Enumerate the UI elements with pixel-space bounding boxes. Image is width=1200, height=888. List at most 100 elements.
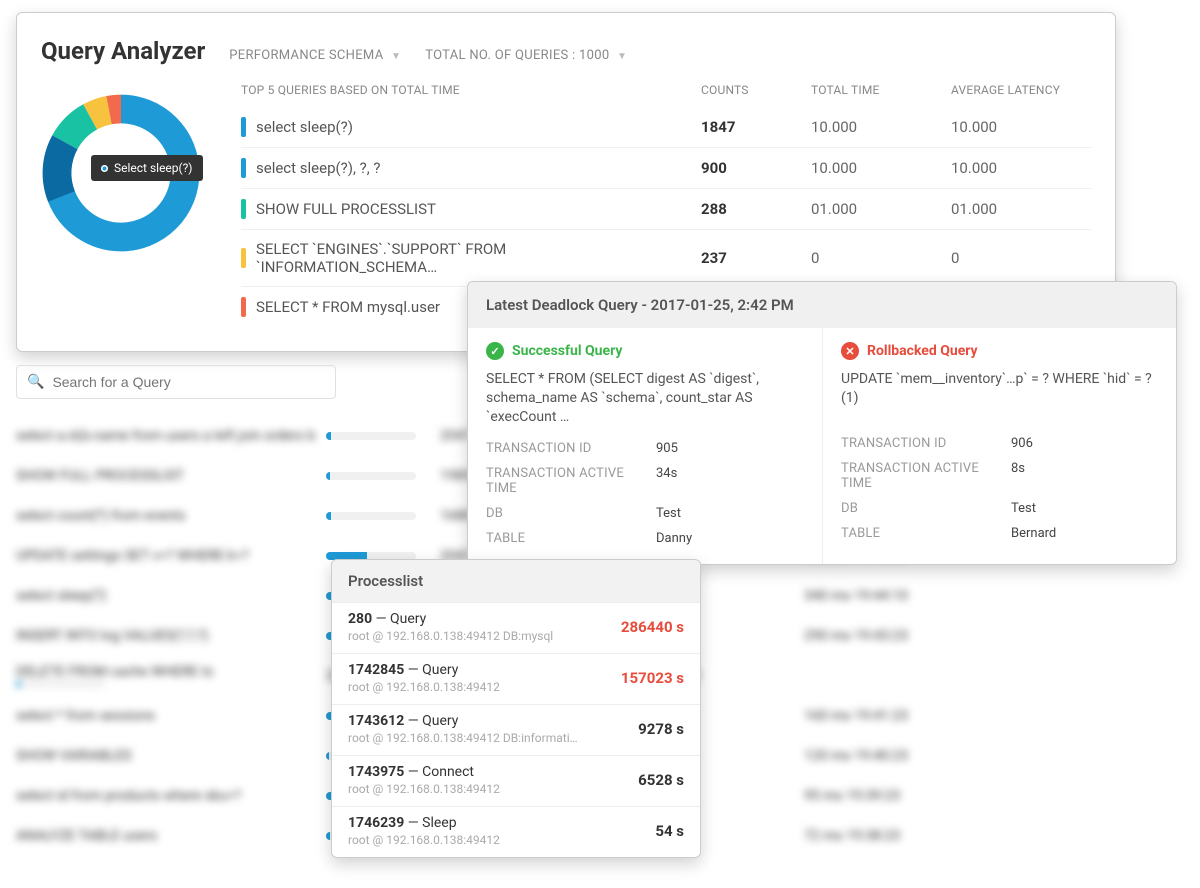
blurred-query-text: select * from sessions [16,708,316,724]
process-id: 1742845 [348,662,404,678]
deadlock-successful-query: ✓ Successful Query SELECT * FROM (SELECT… [468,328,822,564]
total-time-value: 01.000 [811,200,931,218]
success-icon: ✓ [486,342,504,360]
processlist-panel: Processlist 280 — Queryroot @ 192.168.0.… [331,559,701,858]
progress-bar [16,680,106,688]
label-table: TABLE [841,526,1011,541]
rollbacked-query-label: Rollbacked Query [867,343,978,359]
blurred-query-text: INSERT INTO log VALUES(?,?,?) [16,628,316,644]
blurred-meta-text: 290 ms 19:43:23 [804,628,1154,644]
blurred-query-text: DELETE FROM cache WHERE ts [16,664,316,688]
col-avg-latency: AVERAGE LATENCY [951,83,1091,97]
value-db: Test [1011,501,1158,516]
deadlock-header: Latest Deadlock Query - 2017-01-25, 2:42… [468,282,1176,328]
process-id: 1746239 [348,815,404,831]
blurred-query-text: select count(*) from events [16,508,316,524]
count-value: 288 [701,200,791,218]
query-text: SELECT `ENGINES`.`SUPPORT` FROM `INFORMA… [256,240,681,276]
process-host: root @ 192.168.0.138:49412 [348,680,500,694]
progress-bar [326,432,416,440]
search-input-field[interactable] [52,374,325,390]
query-text: select sleep(?) [256,118,353,136]
processlist-row[interactable]: 1743975 — Connectroot @ 192.168.0.138:49… [332,755,700,806]
process-id: 280 [348,611,372,627]
search-icon: 🔍 [27,374,44,390]
schema-dropdown[interactable]: PERFORMANCE SCHEMA ▼ [229,48,401,63]
processlist-row[interactable]: 280 — Queryroot @ 192.168.0.138:49412 DB… [332,602,700,653]
label-db: DB [486,506,656,521]
process-host: root @ 192.168.0.138:49412 [348,833,500,847]
process-time: 286440 s [621,618,684,636]
chevron-down-icon: ▼ [617,51,627,62]
processlist-row[interactable]: 1743612 — Queryroot @ 192.168.0.138:4941… [332,704,700,755]
avg-latency-value: 01.000 [951,200,1091,218]
query-color-bar [241,117,246,137]
blurred-meta-text: 120 ms 19:40:23 [804,748,1154,764]
total-queries-dropdown[interactable]: TOTAL NO. OF QUERIES : 1000 ▼ [425,48,627,63]
processlist-row[interactable]: 1746239 — Sleeproot @ 192.168.0.138:4941… [332,806,700,857]
count-value: 237 [701,249,791,267]
process-time: 6528 s [638,771,684,789]
successful-query-label: Successful Query [512,343,622,359]
value-table: Danny [656,531,804,546]
query-search-input[interactable]: 🔍 [16,365,336,399]
query-text: select sleep(?), ?, ? [256,159,380,177]
blurred-meta-text: 160 ms 19:41:23 [804,708,1154,724]
total-time-value: 0 [811,249,931,267]
table-row[interactable]: SELECT `ENGINES`.`SUPPORT` FROM `INFORMA… [241,229,1091,286]
value-active-time: 34s [656,466,804,496]
query-color-bar [241,297,246,317]
col-counts: COUNTS [701,83,791,97]
process-time: 157023 s [621,669,684,687]
error-icon: ✕ [841,342,859,360]
process-id: 1743612 [348,713,404,729]
table-row[interactable]: SHOW FULL PROCESSLIST 288 01.000 01.000 [241,188,1091,229]
tooltip-dot-icon [101,165,108,172]
processlist-row[interactable]: 1742845 — Queryroot @ 192.168.0.138:4941… [332,653,700,704]
count-value: 1847 [701,118,791,136]
chevron-down-icon: ▼ [391,51,401,62]
query-text: SHOW FULL PROCESSLIST [256,200,436,218]
blurred-meta-text: 72 ms 19:38:23 [804,828,1154,844]
progress-bar [326,472,416,480]
page-title: Query Analyzer [41,37,205,65]
query-color-bar [241,158,246,178]
table-row[interactable]: select sleep(?), ?, ? 900 10.000 10.000 [241,147,1091,188]
blurred-meta-text: 340 ms 19:44:10 [804,588,1154,604]
process-host: root @ 192.168.0.138:49412 DB:mysql [348,629,553,643]
total-time-value: 10.000 [811,159,931,177]
avg-latency-value: 10.000 [951,118,1091,136]
label-txid: TRANSACTION ID [486,441,656,456]
label-table: TABLE [486,531,656,546]
query-color-bar [241,199,246,219]
value-table: Bernard [1011,526,1158,541]
process-command: Connect [422,764,474,780]
schema-dropdown-label: PERFORMANCE SCHEMA [229,48,383,63]
process-time: 9278 s [638,720,684,738]
label-active-time: TRANSACTION ACTIVE TIME [486,466,656,496]
processlist-header: Processlist [332,560,700,602]
count-value: 900 [701,159,791,177]
value-txid: 905 [656,441,804,456]
table-row[interactable]: select sleep(?)184710.00010.000 [241,107,1091,147]
query-text: SELECT * FROM mysql.user [256,298,440,316]
chart-tooltip: Select sleep(?) [91,155,203,181]
blurred-query-text: select a.id,b.name from users a left joi… [16,428,316,444]
process-time: 54 s [655,822,684,840]
blurred-query-text: SHOW FULL PROCESSLIST [16,468,316,484]
progress-bar [326,512,416,520]
successful-query-sql: SELECT * FROM (SELECT digest AS `digest`… [486,370,804,427]
blurred-query-text: ANALYZE TABLE users [16,828,316,844]
process-command: Query [422,713,458,729]
label-db: DB [841,501,1011,516]
process-host: root @ 192.168.0.138:49412 [348,782,500,796]
avg-latency-value: 0 [951,249,1091,267]
blurred-query-text: select sleep(?) [16,588,316,604]
top-queries-donut-chart[interactable]: Select sleep(?) [41,93,221,257]
blurred-meta-text: 95 ms 19:39:23 [804,788,1154,804]
avg-latency-value: 10.000 [951,159,1091,177]
total-queries-label: TOTAL NO. OF QUERIES : 1000 [425,48,609,63]
value-active-time: 8s [1011,461,1158,491]
blurred-query-text: SHOW VARIABLES [16,748,316,764]
process-host: root @ 192.168.0.138:49412 DB:informati… [348,731,578,745]
